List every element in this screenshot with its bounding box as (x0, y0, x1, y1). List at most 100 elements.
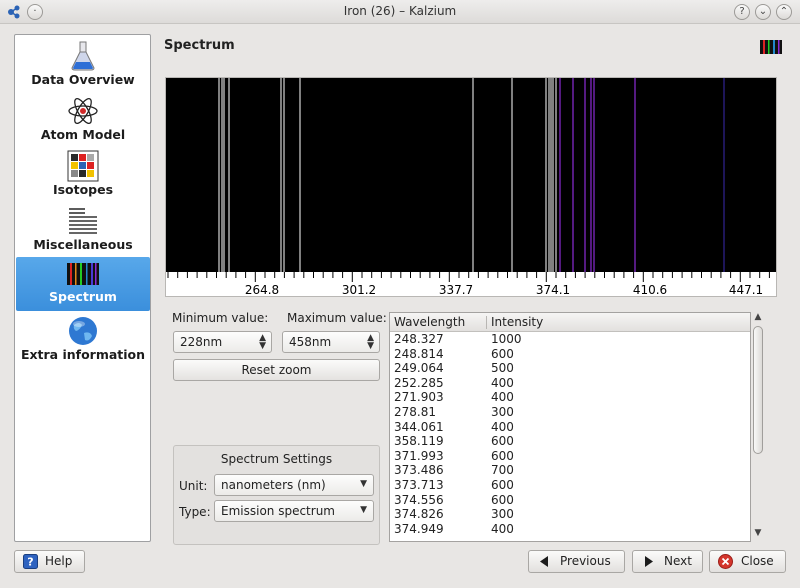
axis-tick-label: 264.8 (245, 283, 279, 296)
wavelength-cell: 371.993 (394, 448, 444, 463)
intensity-cell: 700 (491, 463, 514, 478)
close-button[interactable]: Close (709, 550, 786, 573)
document-lines-icon (68, 206, 98, 236)
intensity-cell: 400 (491, 390, 514, 405)
page-list: Data Overview Atom Model Isotopes Miscel… (14, 34, 151, 542)
close-button-label: Close (741, 554, 774, 568)
globe-icon (69, 317, 97, 345)
sidebar-item-data-overview[interactable]: Data Overview (16, 40, 150, 92)
intensity-cell: 400 (491, 521, 514, 536)
help-title-icon[interactable]: ? (734, 4, 750, 20)
column-header-wavelength[interactable]: Wavelength (394, 315, 465, 329)
previous-button[interactable]: Previous (528, 550, 625, 573)
sidebar-item-label: Spectrum (49, 289, 117, 304)
table-row[interactable]: 374.826 300 (390, 507, 750, 522)
column-separator (486, 316, 487, 329)
spin-arrows-icon[interactable]: ▲ ▼ (259, 334, 266, 351)
spectrum-canvas[interactable]: 264.8 301.2 337.7 374.1 410.6 447.1 (166, 78, 776, 297)
intensity-cell: 600 (491, 346, 514, 361)
intensity-cell: 400 (491, 375, 514, 390)
title-bar: · Iron (26) – Kalzium ? ⌄ ⌃ (0, 0, 800, 24)
close-icon (718, 554, 733, 569)
scroll-up-icon[interactable]: ▲ (751, 312, 765, 322)
table-row[interactable]: 252.285 400 (390, 376, 750, 391)
window-title: Iron (26) – Kalzium (343, 4, 457, 18)
table-row[interactable]: 249.064 500 (390, 361, 750, 376)
table-row[interactable]: 371.993 600 (390, 449, 750, 464)
table-row[interactable]: 374.949 400 (390, 522, 750, 537)
axis-ticks (167, 272, 770, 282)
sidebar-item-label: Data Overview (31, 72, 135, 87)
table-row[interactable]: 271.903 400 (390, 390, 750, 405)
peak-table[interactable]: Wavelength Intensity 248.327 1000 248.814… (389, 312, 751, 542)
sidebar-item-spectrum[interactable]: Spectrum (16, 257, 150, 311)
minimum-value-text: 228nm (180, 335, 223, 349)
spectrum-icon (67, 263, 99, 285)
wavelength-cell: 373.713 (394, 477, 444, 492)
sidebar-item-label: Isotopes (52, 182, 114, 197)
axis-tick-label: 337.7 (439, 283, 473, 296)
unit-value: nanometers (nm) (221, 478, 326, 492)
intensity-cell: 600 (491, 434, 514, 449)
wavelength-cell: 248.327 (394, 332, 444, 346)
svg-text:?: ? (27, 556, 33, 569)
maximize-icon[interactable]: ⌃ (776, 4, 792, 20)
page-title: Spectrum (164, 38, 235, 53)
reset-zoom-button[interactable]: Reset zoom (173, 359, 380, 381)
intensity-cell: 300 (491, 404, 514, 419)
type-label: Type: (179, 505, 211, 519)
table-row[interactable]: 248.814 600 (390, 347, 750, 362)
minimize-icon[interactable]: ⌄ (755, 4, 771, 20)
minimum-value-spinbox[interactable]: 228nm ▲ ▼ (173, 331, 272, 353)
table-row[interactable]: 344.061 400 (390, 420, 750, 435)
type-combobox[interactable]: Emission spectrum ▼ (214, 500, 374, 522)
table-row[interactable]: 373.713 600 (390, 478, 750, 493)
table-row[interactable]: 374.556 600 (390, 493, 750, 508)
sidebar-item-label: Atom Model (40, 127, 126, 142)
sidebar-item-miscellaneous[interactable]: Miscellaneous (16, 205, 150, 257)
table-scrollbar[interactable]: ▲ ▼ (751, 312, 765, 542)
sidebar-item-isotopes[interactable]: Isotopes (16, 150, 150, 202)
column-header-intensity[interactable]: Intensity (491, 315, 543, 329)
axis-tick-label: 301.2 (342, 283, 376, 296)
intensity-cell: 600 (491, 477, 514, 492)
wavelength-cell: 344.061 (394, 419, 444, 434)
intensity-cell: 500 (491, 361, 514, 376)
maximum-value-spinbox[interactable]: 458nm ▲ ▼ (282, 331, 380, 353)
scroll-down-icon[interactable]: ▼ (751, 528, 765, 538)
intensity-cell: 300 (491, 507, 514, 522)
axis-tick-label: 374.1 (536, 283, 570, 296)
table-row[interactable]: 358.119 600 (390, 434, 750, 449)
next-button[interactable]: Next (632, 550, 703, 573)
arrow-right-icon (645, 556, 653, 567)
spin-arrows-icon[interactable]: ▲ ▼ (367, 334, 374, 351)
wavelength-cell: 374.556 (394, 492, 444, 507)
axis-tick-label: 447.1 (729, 283, 763, 296)
sidebar-item-label: Miscellaneous (33, 237, 133, 252)
isotope-chart-icon (67, 150, 99, 182)
spectrum-view[interactable]: 264.8 301.2 337.7 374.1 410.6 447.1 (165, 77, 777, 297)
table-header: Wavelength Intensity (390, 313, 750, 332)
help-button[interactable]: ? Help (14, 550, 85, 573)
unit-label: Unit: (179, 479, 208, 493)
table-row[interactable]: 278.81 300 (390, 405, 750, 420)
table-row[interactable]: 373.486 700 (390, 463, 750, 478)
scrollbar-thumb[interactable] (753, 326, 763, 454)
wavelength-cell: 248.814 (394, 346, 444, 361)
wavelength-cell: 374.826 (394, 507, 444, 522)
spectrum-background (166, 78, 776, 272)
sidebar-item-extra-information[interactable]: Extra information (16, 315, 150, 379)
intensity-cell: 600 (491, 492, 514, 507)
axis-tick-label: 410.6 (633, 283, 667, 296)
table-row[interactable]: 248.327 1000 (390, 332, 750, 347)
unit-combobox[interactable]: nanometers (nm) ▼ (214, 474, 374, 496)
minimum-value-label: Minimum value: (172, 311, 269, 325)
maximum-value-text: 458nm (289, 335, 332, 349)
help-button-label: Help (45, 554, 73, 568)
intensity-cell: 400 (491, 419, 514, 434)
chevron-down-icon: ▼ (360, 505, 367, 515)
sidebar-item-atom-model[interactable]: Atom Model (16, 95, 150, 147)
spectrum-settings-group: Spectrum Settings Unit: nanometers (nm) … (173, 445, 380, 545)
next-button-label: Next (664, 554, 692, 568)
wavelength-cell: 252.285 (394, 375, 444, 390)
